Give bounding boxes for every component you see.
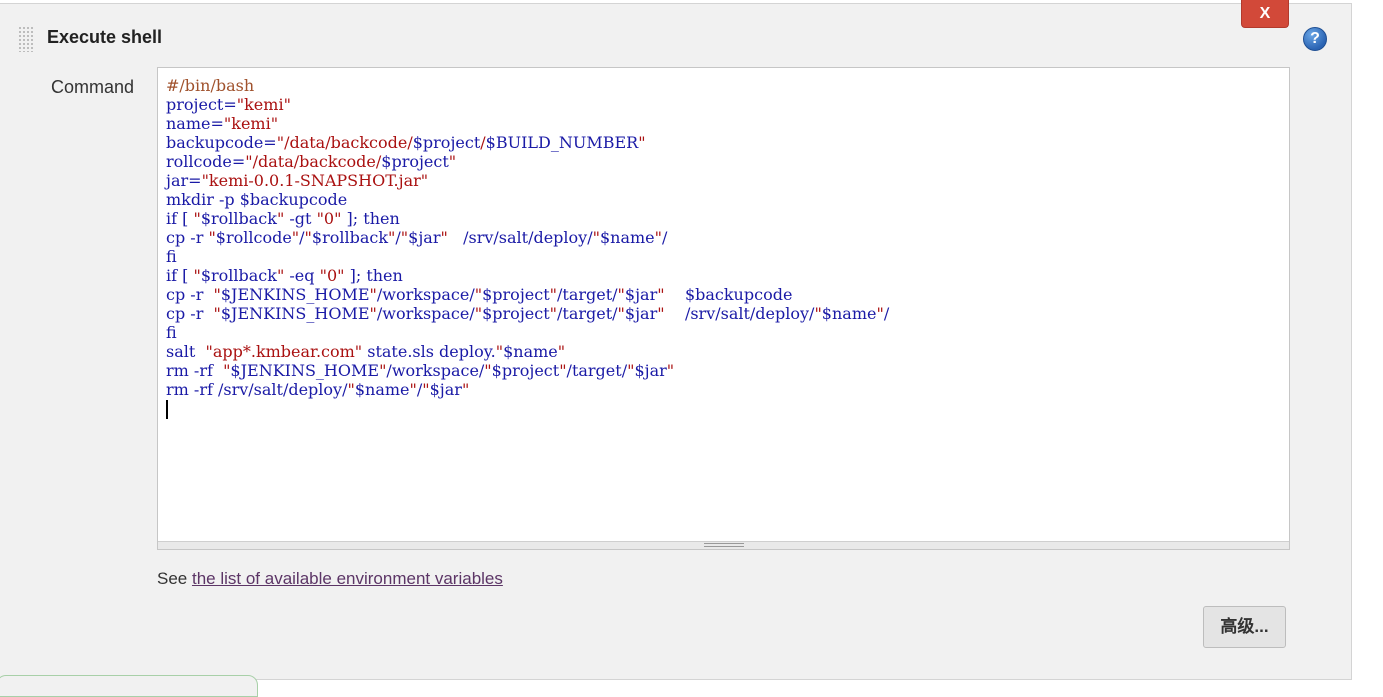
- code-line: backupcode="/data/backcode/$project/$BUI…: [166, 133, 646, 152]
- code-line: #/bin/bash: [166, 76, 255, 95]
- command-code[interactable]: #/bin/bash project="kemi" name="kemi" backu…: [166, 76, 889, 399]
- env-variables-line: See the list of available environment va…: [157, 569, 503, 589]
- env-variables-link[interactable]: the list of available environment variab…: [192, 569, 503, 588]
- code-line: if [ "$rollback" -eq "0" ]; then: [166, 266, 403, 285]
- code-line: rm -rf /srv/salt/deploy/"$name"/"$jar": [166, 380, 470, 399]
- help-icon[interactable]: ?: [1303, 27, 1327, 51]
- section-title: Execute shell: [47, 27, 163, 47]
- command-label: Command: [51, 77, 135, 97]
- close-button[interactable]: X: [1241, 0, 1289, 28]
- advanced-button[interactable]: 高级...: [1203, 606, 1286, 648]
- code-line: if [ "$rollback" -gt "0" ]; then: [166, 209, 400, 228]
- env-prefix: See: [157, 569, 192, 588]
- code-line: name="kemi": [166, 114, 279, 133]
- next-section-tab: [0, 675, 258, 697]
- text-cursor: [166, 400, 168, 419]
- code-line: cp -r "$rollcode"/"$rollback"/"$jar" /sr…: [166, 228, 668, 247]
- code-line: fi: [166, 247, 177, 266]
- code-line: rm -rf "$JENKINS_HOME"/workspace/"$proje…: [166, 361, 675, 380]
- editor-resize-handle[interactable]: [158, 541, 1289, 549]
- code-line: jar="kemi-0.0.1-SNAPSHOT.jar": [166, 171, 429, 190]
- resize-grip-icon: [704, 543, 744, 547]
- drag-handle-icon[interactable]: [18, 26, 34, 52]
- code-line: cp -r "$JENKINS_HOME"/workspace/"$projec…: [166, 304, 890, 323]
- execute-shell-panel: Execute shell ? Command #/bin/bash projec…: [0, 3, 1352, 680]
- code-line: project="kemi": [166, 95, 291, 114]
- command-editor[interactable]: #/bin/bash project="kemi" name="kemi" backu…: [157, 67, 1290, 550]
- code-line: fi: [166, 323, 177, 342]
- code-line: mkdir -p $backupcode: [166, 190, 348, 209]
- code-line: rollcode="/data/backcode/$project": [166, 152, 457, 171]
- code-line: cp -r "$JENKINS_HOME"/workspace/"$projec…: [166, 285, 793, 304]
- code-line: salt "app*.kmbear.com" state.sls deploy.…: [166, 342, 566, 361]
